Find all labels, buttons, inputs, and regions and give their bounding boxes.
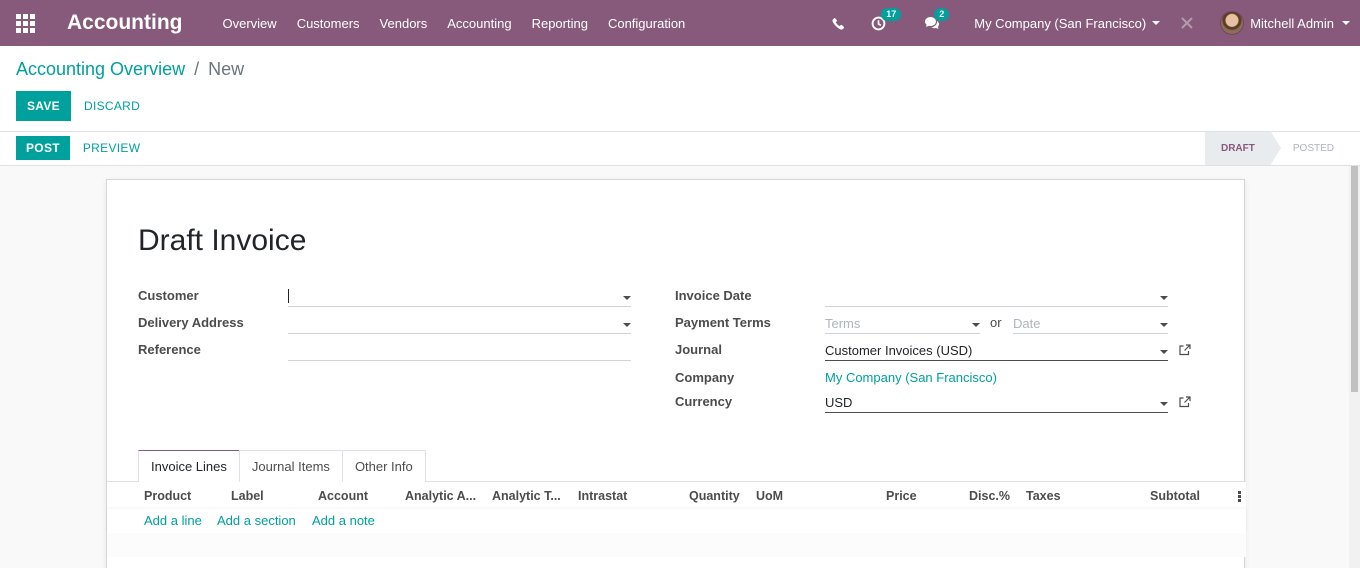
user-menu[interactable]: Mitchell Admin <box>1220 11 1350 35</box>
chevron-down-icon[interactable] <box>972 323 980 327</box>
stage-draft[interactable]: DRAFT <box>1204 132 1281 165</box>
invoice-title: Draft Invoice <box>138 224 307 257</box>
stage-posted[interactable]: POSTED <box>1271 132 1350 165</box>
terms-placeholder: Terms <box>825 316 861 331</box>
add-note-link[interactable]: Add a note <box>312 513 375 528</box>
or-text: or <box>990 315 1002 330</box>
discard-button[interactable]: DISCARD <box>71 91 153 121</box>
scrollbar[interactable] <box>1349 166 1360 568</box>
column-uom[interactable]: UoM <box>756 489 783 503</box>
reference-field[interactable] <box>288 341 631 361</box>
currency-value: USD <box>825 395 853 410</box>
activities-icon[interactable]: 17 <box>871 7 902 31</box>
column-label[interactable]: Label <box>231 489 264 503</box>
customer-field[interactable] <box>288 287 631 307</box>
add-section-link[interactable]: Add a section <box>217 513 296 528</box>
date-placeholder: Date <box>1013 316 1041 331</box>
tab-other-info[interactable]: Other Info <box>341 450 426 482</box>
delivery-address-field[interactable] <box>288 314 631 334</box>
statusbar: POST PREVIEW DRAFT POSTED <box>0 132 1360 166</box>
add-line-link[interactable]: Add a line <box>144 513 202 528</box>
invoice-date-label: Invoice Date <box>675 288 752 303</box>
apps-menu-icon[interactable] <box>0 0 50 46</box>
menu-customers[interactable]: Customers <box>297 16 360 31</box>
column-taxes[interactable]: Taxes <box>1026 489 1061 503</box>
app-brand[interactable]: Accounting <box>67 11 183 35</box>
column-analytic-account[interactable]: Analytic A... <box>405 489 476 503</box>
save-button[interactable]: SAVE <box>16 91 71 121</box>
company-switcher[interactable]: My Company (San Francisco) <box>974 15 1161 31</box>
column-subtotal[interactable]: Subtotal <box>1150 489 1200 503</box>
breadcrumb-parent[interactable]: Accounting Overview <box>16 59 185 79</box>
chevron-down-icon[interactable] <box>623 296 631 300</box>
breadcrumb-separator: / <box>194 59 200 79</box>
preview-button[interactable]: PREVIEW <box>70 136 153 160</box>
phone-icon[interactable] <box>832 17 845 30</box>
column-quantity[interactable]: Quantity <box>689 489 740 503</box>
chevron-down-icon[interactable] <box>623 323 631 327</box>
currency-field[interactable]: USD <box>825 393 1168 413</box>
column-price[interactable]: Price <box>886 489 917 503</box>
activities-count-badge: 17 <box>881 7 902 21</box>
customer-label: Customer <box>138 288 199 303</box>
statusbar-buttons: POST PREVIEW <box>16 136 153 160</box>
column-intrastat[interactable]: Intrastat <box>578 489 627 503</box>
menu-configuration[interactable]: Configuration <box>608 16 685 31</box>
menu-reporting[interactable]: Reporting <box>532 16 588 31</box>
menu-overview[interactable]: Overview <box>223 16 277 31</box>
journal-value: Customer Invoices (USD) <box>825 343 973 358</box>
status-stages: DRAFT POSTED <box>1204 132 1350 165</box>
column-account[interactable]: Account <box>318 489 368 503</box>
menu-accounting[interactable]: Accounting <box>447 16 511 31</box>
menu-vendors[interactable]: Vendors <box>380 16 428 31</box>
chevron-down-icon[interactable] <box>1160 323 1168 327</box>
invoice-lines-header: Product Label Account Analytic A... Anal… <box>107 482 1246 509</box>
form-buttons: SAVE DISCARD <box>16 91 153 121</box>
invoice-date-field[interactable] <box>825 287 1168 307</box>
scrollbar-thumb[interactable] <box>1351 166 1358 392</box>
breadcrumb: Accounting Overview / New <box>16 59 244 80</box>
post-button[interactable]: POST <box>16 136 70 160</box>
reference-label: Reference <box>138 342 201 357</box>
optional-columns-icon[interactable] <box>1238 491 1241 503</box>
tab-invoice-lines[interactable]: Invoice Lines <box>138 450 240 482</box>
column-product[interactable]: Product <box>144 489 191 503</box>
top-navbar: Accounting Overview Customers Vendors Ac… <box>0 0 1360 46</box>
text-cursor <box>288 289 289 303</box>
journal-label: Journal <box>675 342 722 357</box>
user-avatar <box>1220 11 1245 35</box>
company-name: My Company (San Francisco) <box>974 15 1147 31</box>
user-name: Mitchell Admin <box>1250 15 1334 31</box>
debug-tools-icon[interactable] <box>1180 16 1194 30</box>
messages-icon[interactable]: 2 <box>924 8 950 30</box>
delivery-address-label: Delivery Address <box>138 315 244 330</box>
payment-terms-field[interactable]: Terms <box>825 314 980 334</box>
company-link[interactable]: My Company (San Francisco) <box>825 370 997 385</box>
chevron-down-icon[interactable] <box>1160 402 1168 406</box>
control-panel: Accounting Overview / New SAVE DISCARD <box>0 46 1360 132</box>
payment-terms-label: Payment Terms <box>675 315 771 330</box>
due-date-field[interactable]: Date <box>1013 314 1168 334</box>
currency-label: Currency <box>675 394 733 409</box>
empty-row <box>107 533 1246 557</box>
chevron-down-icon[interactable] <box>1160 350 1168 354</box>
column-analytic-tags[interactable]: Analytic T... <box>492 489 561 503</box>
notebook-tabs: Invoice Lines Journal Items Other Info <box>138 450 426 482</box>
add-line-row: Add a line Add a section Add a note <box>107 509 1246 533</box>
external-link-icon[interactable] <box>1179 396 1191 408</box>
chevron-down-icon[interactable] <box>1160 296 1168 300</box>
form-sheet: Draft Invoice Customer Delivery Address … <box>106 179 1246 568</box>
breadcrumb-current: New <box>208 59 245 79</box>
tab-journal-items[interactable]: Journal Items <box>238 450 343 482</box>
messages-count-badge: 2 <box>934 8 950 21</box>
company-label: Company <box>675 370 735 385</box>
chevron-down-icon <box>1152 21 1161 25</box>
external-link-icon[interactable] <box>1179 344 1191 356</box>
systray: 17 2 My Company (San Francisco) Mitchell… <box>832 0 1360 46</box>
journal-field[interactable]: Customer Invoices (USD) <box>825 341 1168 361</box>
chevron-down-icon <box>1342 21 1350 25</box>
main-menu: Overview Customers Vendors Accounting Re… <box>223 16 706 31</box>
column-discount[interactable]: Disc.% <box>969 489 1010 503</box>
